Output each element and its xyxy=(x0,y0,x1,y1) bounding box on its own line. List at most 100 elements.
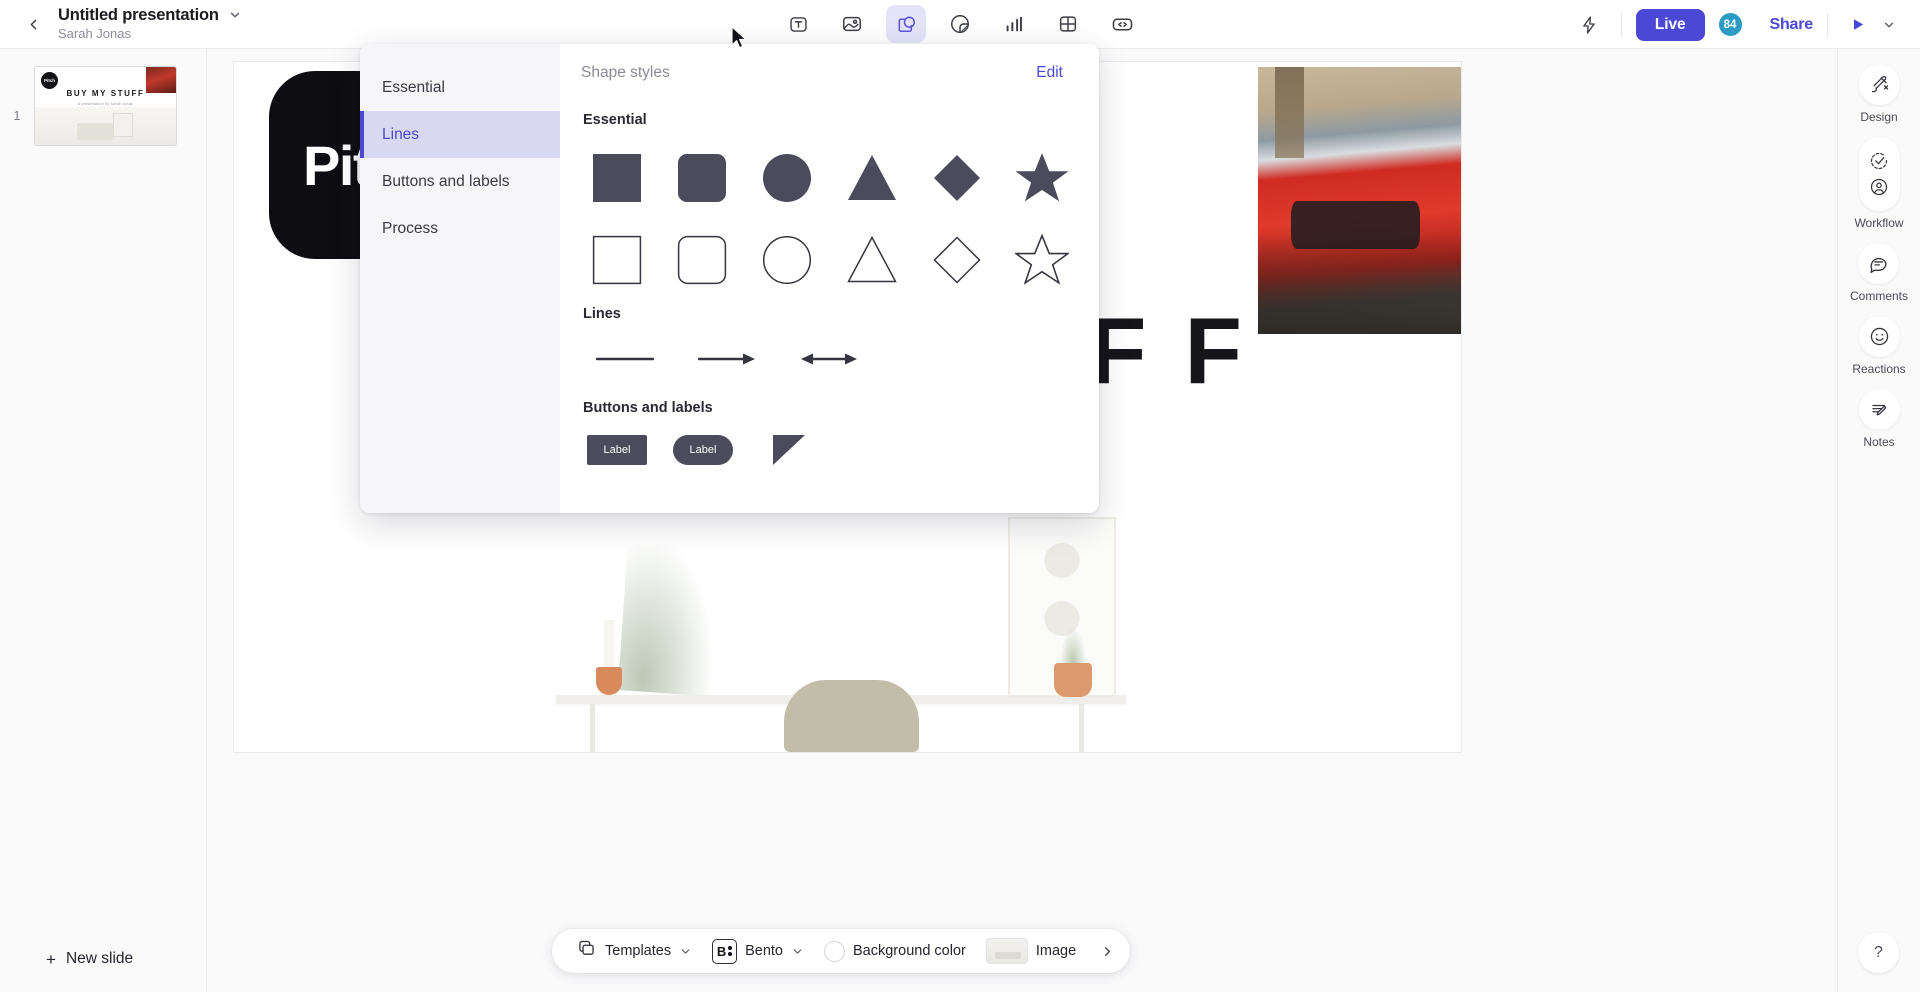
background-color-label: Background color xyxy=(853,943,966,959)
shape-ribbon-label[interactable] xyxy=(753,430,825,470)
decor-desk-leg-right xyxy=(1079,704,1084,752)
shape-category-lines[interactable]: Lines xyxy=(360,111,560,158)
comment-bubble-icon xyxy=(1858,243,1900,284)
shape-tool-button[interactable] xyxy=(886,5,926,43)
sidebar-item-notes[interactable]: Notes xyxy=(1858,389,1900,449)
shape-line-arrow-right[interactable] xyxy=(683,336,771,382)
section-title-lines: Lines xyxy=(583,306,621,322)
decor-plant-pot xyxy=(1054,663,1092,697)
header-right: Live 84 Share xyxy=(1571,0,1902,49)
table-tool-button[interactable] xyxy=(1048,5,1088,43)
thumbnail-subtitle: A presentation by Sarah Jonas xyxy=(77,102,133,106)
image-tool-button[interactable] xyxy=(832,5,872,43)
share-button[interactable]: Share xyxy=(1770,16,1814,34)
background-image-thumbnail xyxy=(985,938,1028,964)
brush-icon xyxy=(1858,64,1900,105)
decor-candle-holder xyxy=(596,667,622,695)
shape-picker-content: Shape styles Edit Essential Lines Button… xyxy=(560,44,1099,513)
document-author: Sarah Jonas xyxy=(58,26,131,42)
slide-number: 1 xyxy=(13,109,21,123)
background-color-button[interactable]: Background color xyxy=(814,935,976,968)
canvas-desk-image[interactable] xyxy=(484,502,1214,752)
sidebar-item-design[interactable]: Design xyxy=(1858,64,1900,124)
new-slide-label: New slide xyxy=(65,950,134,967)
shape-button-square[interactable]: Label xyxy=(581,430,653,470)
live-button[interactable]: Live xyxy=(1635,8,1705,41)
lines-row xyxy=(581,336,1078,382)
slides-sidebar: 1 Pitch BUY MY STUFF A presentation by S… xyxy=(0,49,207,992)
button-square-label: Label xyxy=(603,444,631,456)
pitch-editor-window: Untitled presentation Sarah Jonas Live 8… xyxy=(0,0,1920,992)
essential-shapes-row-outline xyxy=(581,224,1078,296)
right-sidebar: Design Workflow Comments Reactions Notes xyxy=(1837,49,1920,992)
shape-diamond-outline[interactable] xyxy=(922,224,993,296)
shape-circle-filled[interactable] xyxy=(751,142,822,214)
edit-styles-button[interactable]: Edit xyxy=(1036,64,1063,82)
theme-label: Bento xyxy=(745,943,783,959)
insert-toolbar xyxy=(778,5,1142,43)
decor-desk-leg-left xyxy=(590,704,595,752)
header-divider-2 xyxy=(1827,12,1828,37)
person-circle-icon xyxy=(1870,178,1888,196)
collaborators-avatar[interactable]: 84 xyxy=(1716,11,1744,38)
shape-rounded-square-outline[interactable] xyxy=(666,224,737,296)
buttons-and-labels-row: Label Label xyxy=(581,430,1078,470)
document-title[interactable]: Untitled presentation xyxy=(58,6,219,24)
check-circle-icon xyxy=(1870,152,1888,170)
sidebar-label-workflow: Workflow xyxy=(1854,216,1904,230)
canvas-car-image[interactable] xyxy=(1258,67,1461,334)
shape-category-buttons-and-labels[interactable]: Buttons and labels xyxy=(360,158,560,205)
section-title-essential: Essential xyxy=(583,112,647,128)
back-button[interactable] xyxy=(18,9,48,39)
lightning-bolt-icon[interactable] xyxy=(1571,7,1607,43)
shape-category-essential[interactable]: Essential xyxy=(360,64,560,111)
shape-square-filled[interactable] xyxy=(581,142,652,214)
shape-category-process[interactable]: Process xyxy=(360,205,560,252)
sidebar-item-comments[interactable]: Comments xyxy=(1850,243,1908,303)
section-title-buttons-and-labels: Buttons and labels xyxy=(583,400,713,416)
essential-shapes-row-filled xyxy=(581,142,1078,214)
shape-diamond-filled[interactable] xyxy=(922,142,993,214)
slide-thumbnail[interactable]: Pitch BUY MY STUFF A presentation by Sar… xyxy=(34,66,177,146)
chart-tool-button[interactable] xyxy=(994,5,1034,43)
sidebar-item-workflow[interactable]: Workflow xyxy=(1854,137,1904,230)
canvas-headline[interactable]: F F xyxy=(1089,297,1248,405)
shape-square-outline[interactable] xyxy=(581,224,652,296)
embed-tool-button[interactable] xyxy=(1102,5,1142,43)
app-header: Untitled presentation Sarah Jonas Live 8… xyxy=(0,0,1920,49)
notes-pencil-icon xyxy=(1858,389,1900,430)
decor-eucalyptus xyxy=(617,505,741,698)
present-button[interactable] xyxy=(1842,10,1872,40)
thumbnail-title: BUY MY STUFF xyxy=(66,89,145,98)
sticker-tool-button[interactable] xyxy=(940,5,980,43)
bento-brand-icon: B xyxy=(712,938,738,964)
more-options-chevron-right-icon[interactable] xyxy=(1090,934,1124,968)
shape-star-outline[interactable] xyxy=(1007,224,1078,296)
workflow-icon-group xyxy=(1858,137,1900,211)
shape-styles-title: Shape styles xyxy=(581,64,670,81)
smiley-icon xyxy=(1858,316,1900,357)
shape-star-filled[interactable] xyxy=(1007,142,1078,214)
document-menu-chevron-down-icon[interactable] xyxy=(228,8,242,22)
present-options-chevron-down-icon[interactable] xyxy=(1876,10,1902,40)
thumbnail-room-photo xyxy=(35,107,176,145)
shape-rounded-square-filled[interactable] xyxy=(666,142,737,214)
text-tool-button[interactable] xyxy=(778,5,818,43)
sidebar-item-reactions[interactable]: Reactions xyxy=(1852,316,1906,376)
sidebar-label-reactions: Reactions xyxy=(1852,362,1906,376)
stacked-shapes-icon xyxy=(576,938,597,964)
shape-line-arrow-double[interactable] xyxy=(785,336,873,382)
decor-chair xyxy=(784,680,919,752)
sidebar-label-comments: Comments xyxy=(1849,289,1908,303)
shape-triangle-filled[interactable] xyxy=(837,142,908,214)
theme-button[interactable]: B Bento xyxy=(702,933,814,970)
shape-circle-outline[interactable] xyxy=(751,224,822,296)
shape-button-rounded[interactable]: Label xyxy=(667,430,739,470)
templates-button[interactable]: Templates xyxy=(566,932,702,970)
shape-line-plain[interactable] xyxy=(581,336,669,382)
shape-triangle-outline[interactable] xyxy=(837,224,908,296)
slide-list-item[interactable]: 1 Pitch BUY MY STUFF A presentation by S… xyxy=(0,49,206,146)
help-button[interactable]: ? xyxy=(1858,932,1899,973)
background-image-button[interactable]: Image xyxy=(976,932,1086,970)
new-slide-button[interactable]: + New slide xyxy=(0,926,207,992)
